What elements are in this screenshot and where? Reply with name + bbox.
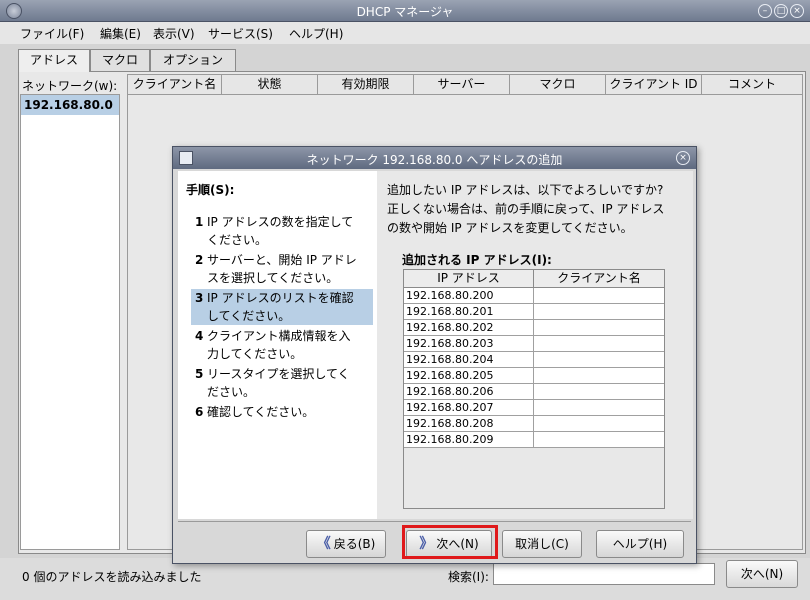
network-list[interactable]: 192.168.80.0 [20,94,120,550]
tab-address[interactable]: アドレス [18,49,90,72]
network-item[interactable]: 192.168.80.0 [21,95,119,115]
col-macro[interactable]: マクロ [510,75,606,95]
tab-macro[interactable]: マクロ [90,49,150,71]
content-panel: 追加したい IP アドレスは、以下でよろしいですか? 正しくない場合は、前の手順… [377,171,693,519]
col-server[interactable]: サーバー [414,75,510,95]
add-address-dialog: ネットワーク 192.168.80.0 へアドレスの追加 × 手順(S): 1 … [172,146,697,564]
table-row[interactable]: 192.168.80.207 [404,400,664,416]
col-client-id[interactable]: クライアント ID [606,75,702,95]
cancel-button[interactable]: 取消し(C) [502,530,582,558]
step-3-current: 3 IP アドレスのリストを確認 してください。 [191,289,373,325]
table-row[interactable]: 192.168.80.208 [404,416,664,432]
close-icon[interactable]: × [790,4,804,18]
find-next-button[interactable]: 次へ(N) [726,560,798,588]
window-titlebar: DHCP マネージャ – □ × [0,0,810,22]
steps-panel: 手順(S): 1 IP アドレスの数を指定して ください。 2 サーバーと、開始… [178,171,377,519]
table-row[interactable]: 192.168.80.201 [404,304,664,320]
table-row[interactable]: 192.168.80.200 [404,288,664,304]
dialog-titlebar: ネットワーク 192.168.80.0 へアドレスの追加 × [173,147,696,169]
step-4: 4 クライアント構成情報を入 力してください。 [195,329,351,361]
next-button-highlight [402,525,498,559]
menu-file[interactable]: ファイル(F) [20,25,84,42]
col-expiry[interactable]: 有効期限 [318,75,414,95]
back-button[interactable]: 《戻る(B) [306,530,386,558]
search-label: 検索(I): [448,570,489,584]
instruction-text: 追加したい IP アドレスは、以下でよろしいですか? 正しくない場合は、前の手順… [387,183,665,235]
address-table-header: クライアント名 状態 有効期限 サーバー マクロ クライアント ID コメント [128,75,802,95]
chevron-left-icon: 《 [316,536,331,552]
ip-address-table[interactable]: IP アドレス クライアント名 192.168.80.200 192.168.8… [403,269,665,509]
step-1: 1 IP アドレスの数を指定して ください。 [195,215,354,247]
col-ip-address[interactable]: IP アドレス [404,270,534,288]
menu-help[interactable]: ヘルプ(H) [289,25,343,42]
table-row[interactable]: 192.168.80.206 [404,384,664,400]
step-6: 6 確認してください。 [195,405,315,419]
steps-title: 手順(S): [186,183,235,197]
step-2: 2 サーバーと、開始 IP アドレ スを選択してください。 [195,253,357,285]
help-button[interactable]: ヘルプ(H) [596,530,684,558]
col-state[interactable]: 状態 [222,75,318,95]
ip-table-label: 追加される IP アドレス(I): [402,253,552,267]
network-label: ネットワーク(w): [22,79,118,93]
col-comment[interactable]: コメント [702,75,802,95]
maximize-icon[interactable]: □ [774,4,788,18]
table-row[interactable]: 192.168.80.203 [404,336,664,352]
table-row[interactable]: 192.168.80.202 [404,320,664,336]
col-ip-client-name[interactable]: クライアント名 [534,270,664,288]
dialog-title: ネットワーク 192.168.80.0 へアドレスの追加 [306,153,563,167]
menu-bar: ファイル(F) 編集(E) 表示(V) サービス(S) ヘルプ(H) [0,22,810,44]
step-5: 5 リースタイプを選択してく ださい。 [195,367,350,399]
window-title: DHCP マネージャ [356,5,454,19]
tab-option[interactable]: オプション [150,49,236,71]
col-client-name[interactable]: クライアント名 [128,75,222,95]
menu-edit[interactable]: 編集(E) [100,25,141,42]
table-row[interactable]: 192.168.80.205 [404,368,664,384]
table-row[interactable]: 192.168.80.204 [404,352,664,368]
table-row[interactable]: 192.168.80.209 [404,432,664,448]
menu-view[interactable]: 表示(V) [153,25,195,42]
status-text: 0 個のアドレスを読み込みました [22,570,202,584]
search-input[interactable] [493,563,715,585]
dialog-close-icon[interactable]: × [676,151,690,165]
menu-service[interactable]: サービス(S) [208,25,273,42]
minimize-icon[interactable]: – [758,4,772,18]
